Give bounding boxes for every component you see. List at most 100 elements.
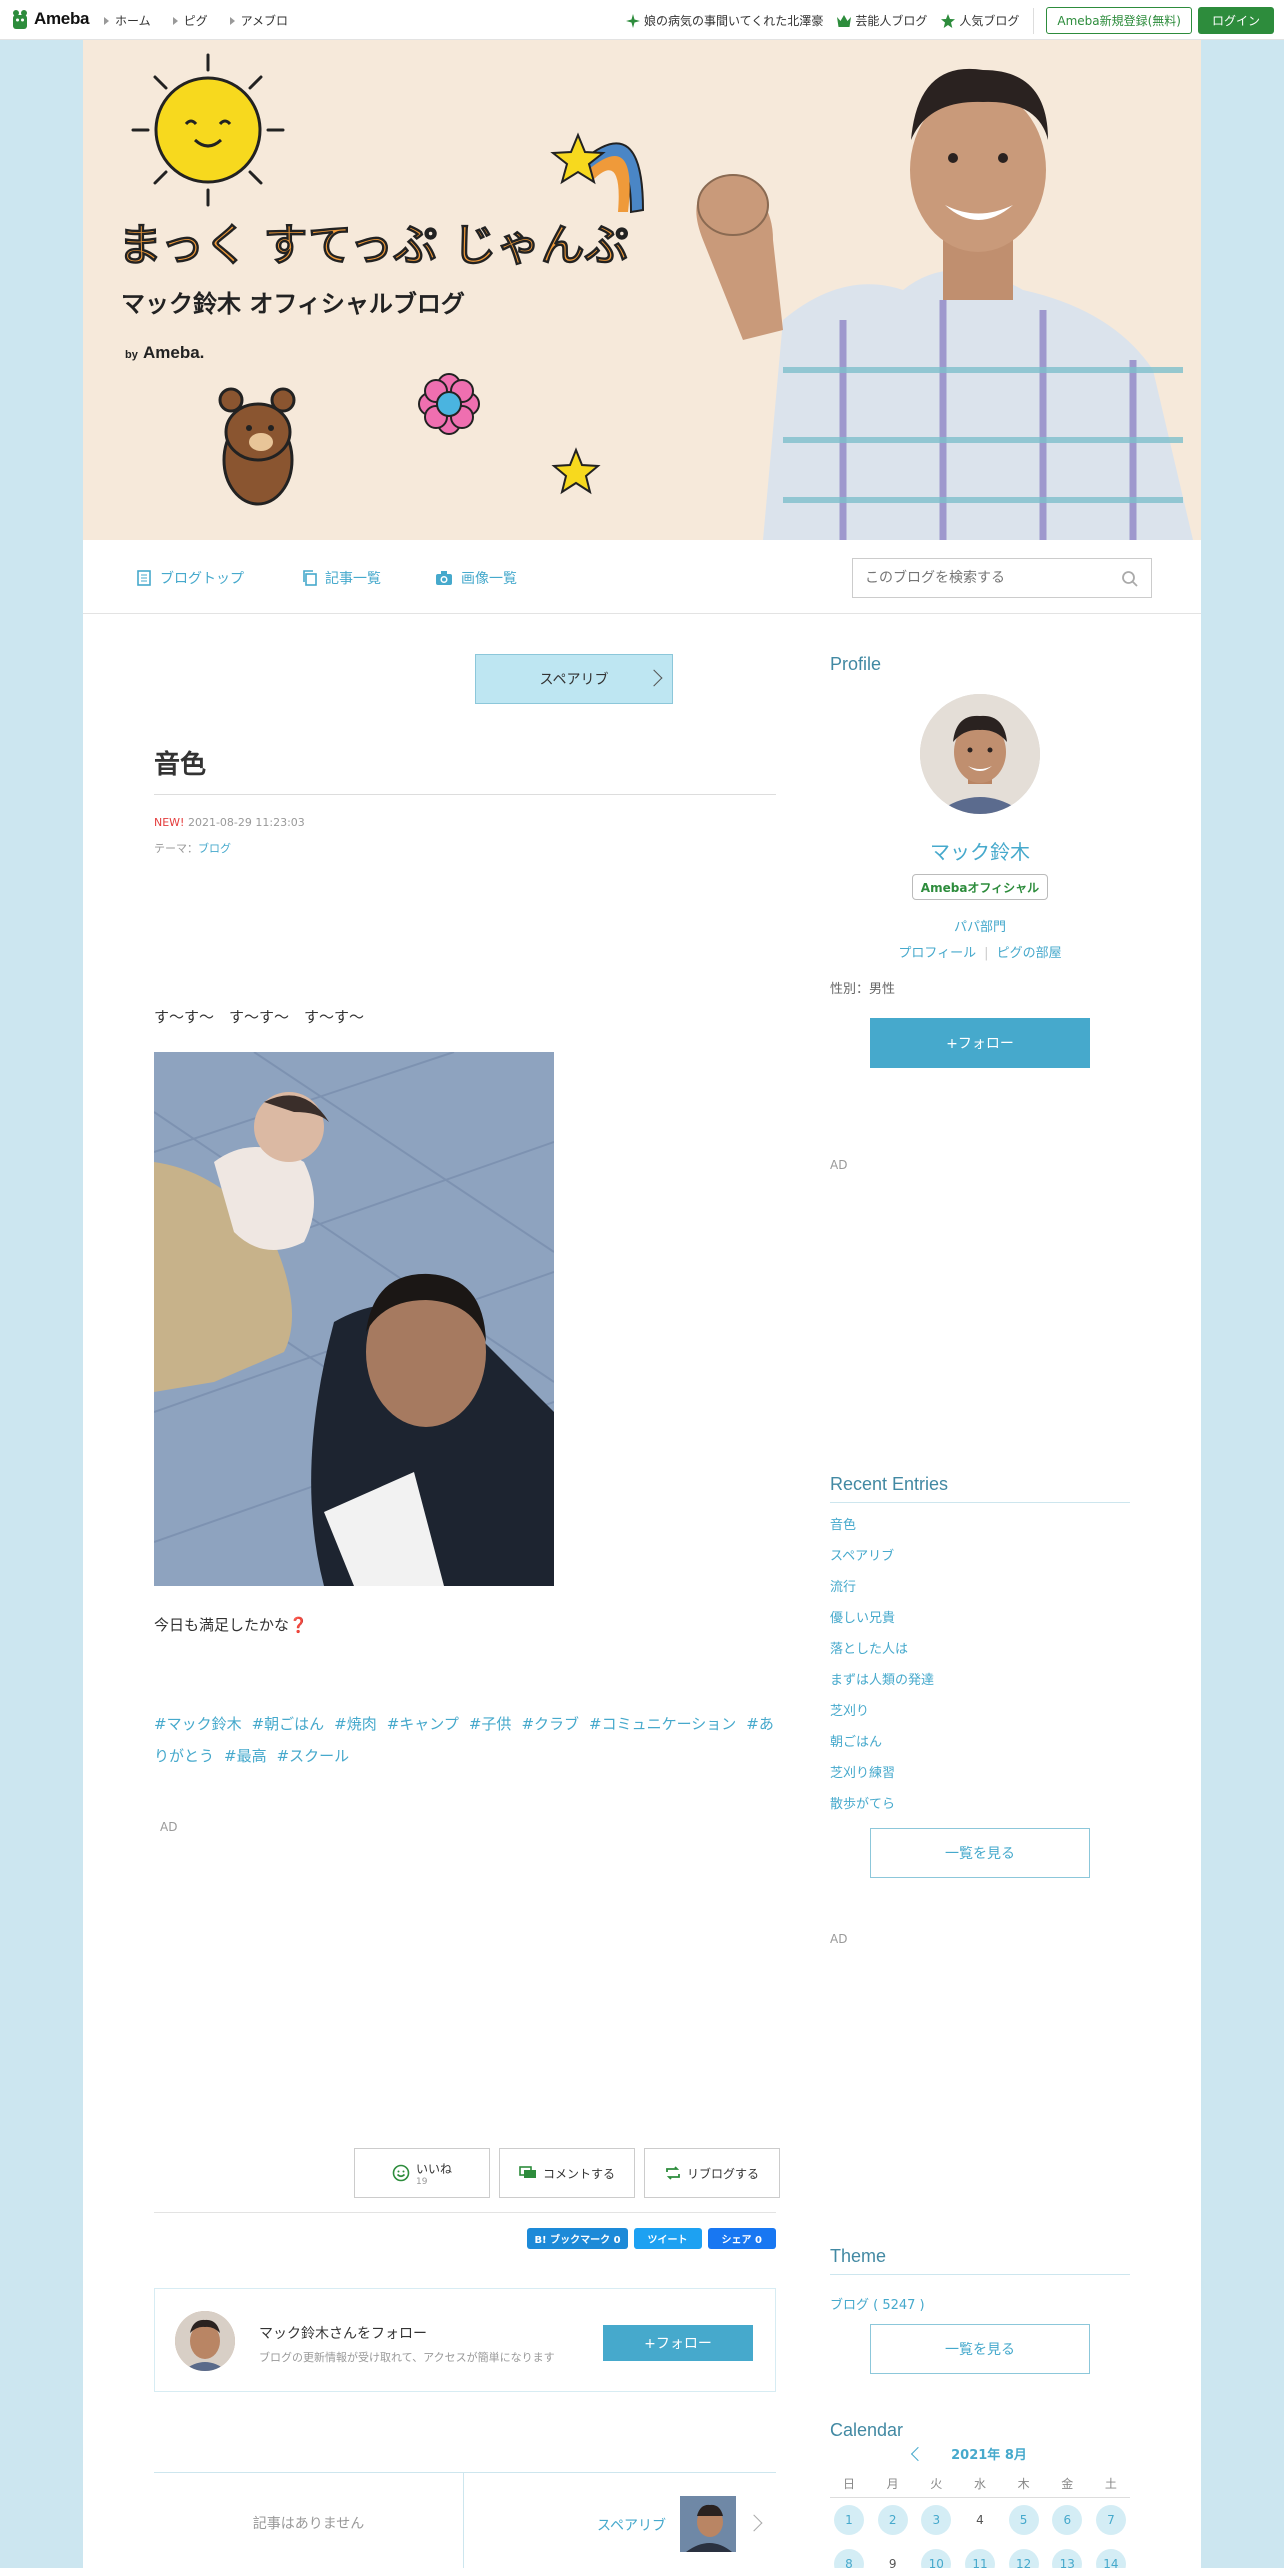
calendar-day[interactable]: 5 [1008, 2505, 1039, 2535]
search-input[interactable] [853, 559, 1103, 597]
celeb-blog-link[interactable]: 芸能人ブログ [837, 12, 927, 29]
hashtag[interactable]: #クラブ [521, 1715, 579, 1733]
profile-link[interactable]: プロフィール [898, 946, 976, 961]
hashtag[interactable]: #焼肉 [334, 1715, 377, 1733]
hashtag[interactable]: #マック鈴木 [154, 1715, 242, 1733]
hashtag[interactable]: #コミュニケーション [589, 1715, 736, 1733]
popular-blog-link[interactable]: 人気ブログ [941, 12, 1019, 29]
next-entry-link[interactable]: スペアリブ [466, 2473, 776, 2568]
follow-box: マック鈴木さんをフォロー ブログの更新情報が受け取れて、アクセスが簡単になります… [154, 2288, 776, 2392]
hashtag[interactable]: #最高 [224, 1747, 267, 1765]
like-button[interactable]: いいね 19 [354, 2148, 490, 2198]
calendar-week: 8 9 10 11 12 13 14 [830, 2542, 1130, 2568]
hashtag[interactable]: #スクール [277, 1747, 350, 1765]
arrow-right-icon [229, 16, 235, 25]
nav-ameblo[interactable]: アメブロ [229, 12, 288, 29]
calendar-week: 1 2 3 4 5 6 7 [830, 2498, 1130, 2542]
search-icon[interactable] [1121, 570, 1139, 588]
featured-link[interactable]: 娘の病気の事間いてくれた北澤豪 [626, 12, 823, 29]
theme-more-button[interactable]: 一覧を見る [870, 2324, 1090, 2374]
calendar-day[interactable]: 3 [921, 2505, 952, 2535]
nav-home[interactable]: ホーム [104, 12, 151, 29]
bookmark-button[interactable]: B! ブックマーク 0 [527, 2228, 628, 2249]
reblog-button[interactable]: リブログする [644, 2148, 780, 2198]
profile-category[interactable]: パパ部門 [830, 916, 1130, 935]
profile-avatar[interactable] [920, 694, 1040, 814]
arrow-right-icon [172, 16, 178, 25]
pig-room-link[interactable]: ピグの部屋 [997, 946, 1062, 961]
recent-entry-link[interactable]: 優しい兄貴 [830, 1607, 1130, 1638]
featured-link-label: 娘の病気の事間いてくれた北澤豪 [644, 14, 824, 28]
calendar-day[interactable]: 13 [1052, 2549, 1083, 2568]
ad-label: AD [160, 1820, 178, 1834]
profile-name[interactable]: マック鈴木 [830, 836, 1130, 865]
calendar-day[interactable]: 8 [834, 2549, 864, 2568]
nav-entry-list[interactable]: 記事一覧 [301, 568, 381, 588]
theme-link[interactable]: ブログ [198, 842, 231, 855]
recent-entry-link[interactable]: スペアリブ [830, 1545, 1130, 1576]
recent-entry-link[interactable]: 散歩がてら [830, 1793, 1130, 1824]
recent-entry-link[interactable]: 芝刈り [830, 1700, 1130, 1731]
nav-blog-top-label: ブログトップ [160, 571, 244, 587]
weekday-label: 月 [886, 2477, 899, 2491]
calendar-day[interactable]: 12 [1008, 2549, 1039, 2568]
recent-entry-link[interactable]: 朝ごはん [830, 1731, 1130, 1762]
nav-pig[interactable]: ピグ [172, 12, 208, 29]
chevron-left-icon[interactable] [911, 2446, 926, 2461]
next-entry-thumbnail [680, 2496, 736, 2552]
login-button[interactable]: ログイン [1197, 7, 1274, 34]
camera-icon [436, 571, 452, 585]
article-body-text-2: 今日も満足したかな❓ [154, 1614, 308, 1635]
new-badge: NEW! [154, 816, 185, 829]
calendar-day[interactable]: 7 [1095, 2505, 1126, 2535]
hashtag[interactable]: #朝ごはん [252, 1715, 325, 1733]
sparkle-icon [626, 13, 641, 28]
nav-blog-top[interactable]: ブログトップ [136, 568, 244, 588]
tweet-button[interactable]: ツイート [633, 2228, 702, 2249]
follow-description: ブログの更新情報が受け取れて、アクセスが簡単になります [259, 2351, 555, 2364]
calendar-weekdays: 日 月 火 水 木 金 土 [830, 2470, 1130, 2498]
nav-image-list-label: 画像一覧 [461, 571, 517, 587]
ameba-logo[interactable]: Ameba [10, 7, 89, 31]
header-subtitle-text: マック鈴木 オフィシャルブログ [121, 290, 465, 318]
article-photo[interactable] [154, 1052, 554, 1586]
theme-item-link[interactable]: ブログ ( 5247 ) [830, 2294, 925, 2313]
avatar-image [175, 2311, 235, 2371]
calendar-heading: Calendar [830, 2420, 904, 2440]
register-button[interactable]: Ameba新規登録(無料) [1046, 7, 1192, 34]
recent-entry-link[interactable]: 流行 [830, 1576, 1130, 1607]
calendar-day[interactable]: 2 [877, 2505, 908, 2535]
recent-entry-link[interactable]: まずは人類の発達 [830, 1669, 1130, 1700]
nav-pig-label: ピグ [183, 14, 208, 28]
like-count: 19 [415, 2176, 428, 2187]
calendar-day[interactable]: 6 [1052, 2505, 1083, 2535]
actions-divider [154, 2212, 776, 2213]
reblog-top-label: スペアリブ [539, 672, 609, 688]
share-button[interactable]: シェア 0 [707, 2228, 776, 2249]
recent-entry-link[interactable]: 芝刈り練習 [830, 1762, 1130, 1793]
blog-container: まっく すてっぷ じゃんぷ マック鈴木 オフィシャルブログ by Ameba. [83, 40, 1201, 2568]
copy-icon [303, 570, 317, 586]
ad-label: AD [830, 1932, 848, 1946]
document-icon [137, 570, 151, 586]
hashtag[interactable]: #キャンプ [387, 1715, 459, 1733]
sidebar-follow-button[interactable]: +フォロー [870, 1018, 1090, 1068]
celeb-blog-label: 芸能人ブログ [855, 14, 928, 28]
official-badge[interactable]: Amebaオフィシャル [912, 874, 1048, 900]
calendar-day[interactable]: 11 [964, 2549, 995, 2568]
calendar-day[interactable]: 10 [921, 2549, 952, 2568]
nav-image-list[interactable]: 画像一覧 [435, 568, 517, 588]
recent-entry-link[interactable]: 落とした人は [830, 1638, 1130, 1669]
comment-button[interactable]: コメントする [499, 2148, 635, 2198]
recent-more-button[interactable]: 一覧を見る [870, 1828, 1090, 1878]
calendar-day[interactable]: 14 [1095, 2549, 1126, 2568]
recent-entry-link[interactable]: 音色 [830, 1514, 1130, 1545]
avatar[interactable] [175, 2311, 235, 2371]
blog-header-image[interactable]: まっく すてっぷ じゃんぷ マック鈴木 オフィシャルブログ by Ameba. [83, 40, 1201, 540]
hashtag[interactable]: #子供 [469, 1715, 512, 1733]
reblog-top-link[interactable]: スペアリブ [475, 654, 673, 704]
calendar-day[interactable]: 1 [834, 2505, 864, 2535]
follow-button[interactable]: +フォロー [603, 2325, 753, 2361]
next-entry-label: スペアリブ [596, 2518, 666, 2534]
blog-nav: ブログトップ 記事一覧 画像一覧 [83, 540, 1201, 614]
